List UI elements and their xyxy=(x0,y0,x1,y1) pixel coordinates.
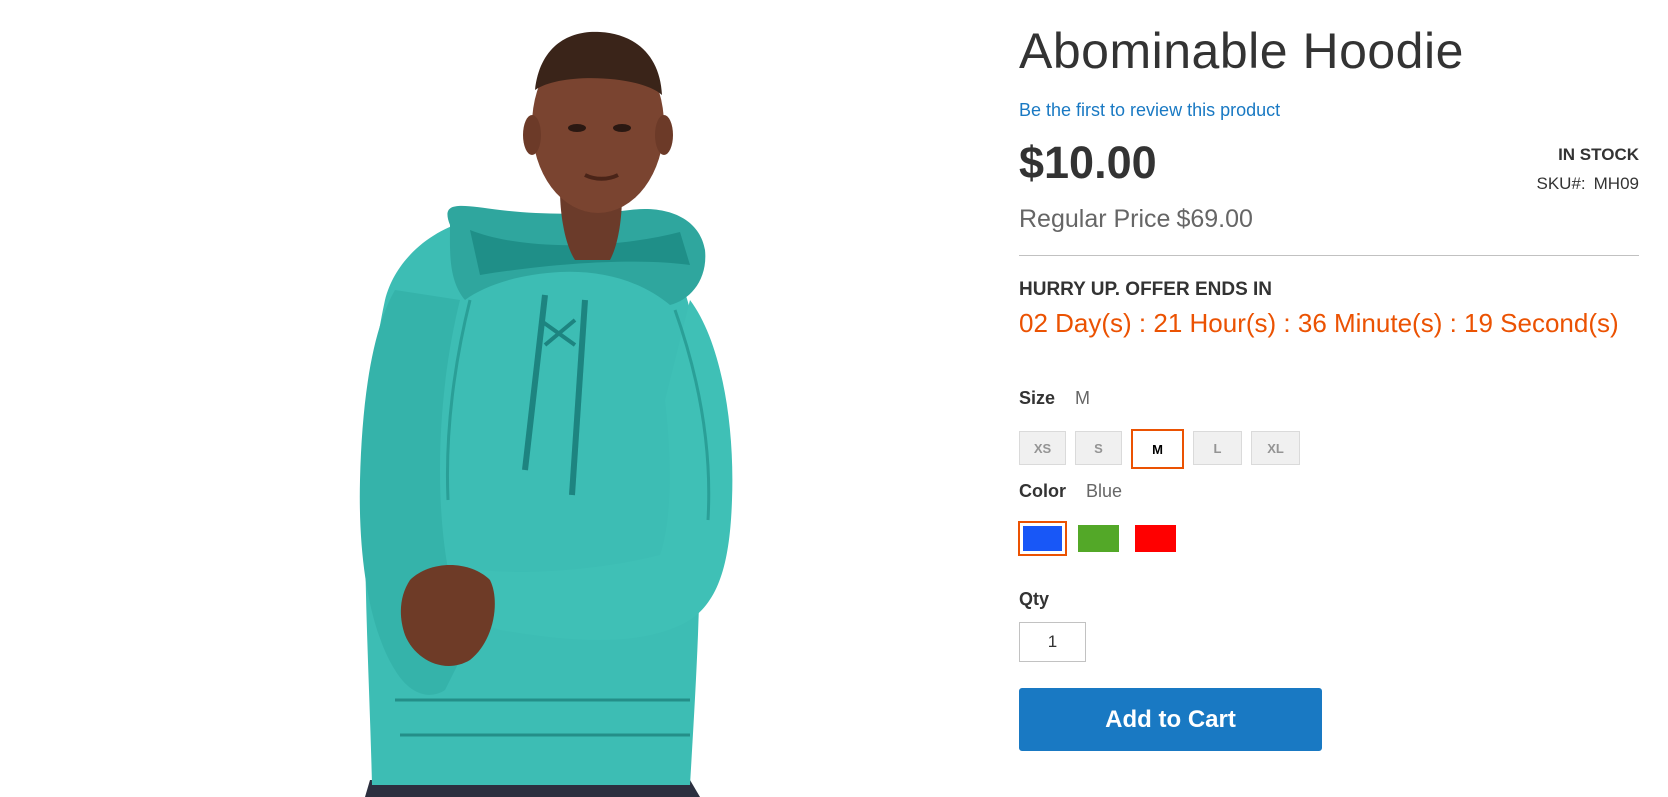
size-option-s[interactable]: S xyxy=(1075,431,1122,465)
color-swatch-blue[interactable] xyxy=(1018,521,1067,556)
stock-status: IN STOCK xyxy=(1558,145,1639,164)
review-link[interactable]: Be the first to review this product xyxy=(1019,100,1280,121)
divider xyxy=(1019,255,1639,256)
qty-label: Qty xyxy=(1019,589,1050,609)
final-price: $10.00 xyxy=(1019,137,1157,188)
regular-price: Regular Price $69.00 xyxy=(1019,205,1253,234)
size-label: Size xyxy=(1019,388,1056,408)
size-option-xs[interactable]: XS xyxy=(1019,431,1066,465)
size-option-l[interactable]: L xyxy=(1193,431,1242,465)
color-swatch-red[interactable] xyxy=(1135,525,1176,552)
size-selected-value: M xyxy=(1075,388,1090,408)
size-option-xl[interactable]: XL xyxy=(1251,431,1300,465)
regular-price-label: Regular Price xyxy=(1019,205,1171,233)
add-to-cart-button[interactable]: Add to Cart xyxy=(1019,688,1322,751)
sku-value: MH09 xyxy=(1593,174,1639,193)
color-swatch-green[interactable] xyxy=(1078,525,1119,552)
color-selected-value: Blue xyxy=(1086,481,1123,501)
offer-heading: HURRY UP. OFFER ENDS IN xyxy=(1019,279,1273,300)
sku: SKU#: MH09 xyxy=(1537,174,1640,194)
offer-countdown: 02 Day(s) : 21 Hour(s) : 36 Minute(s) : … xyxy=(1019,308,1619,338)
regular-price-value: $69.00 xyxy=(1176,205,1253,233)
hoodie-model-illustration xyxy=(359,31,733,797)
product-title: Abominable Hoodie xyxy=(1019,23,1464,79)
size-option-m[interactable]: M xyxy=(1131,429,1184,469)
qty-input[interactable] xyxy=(1019,622,1086,662)
color-label: Color xyxy=(1019,481,1066,501)
sku-label: SKU#: xyxy=(1536,174,1586,193)
product-image xyxy=(0,0,980,797)
